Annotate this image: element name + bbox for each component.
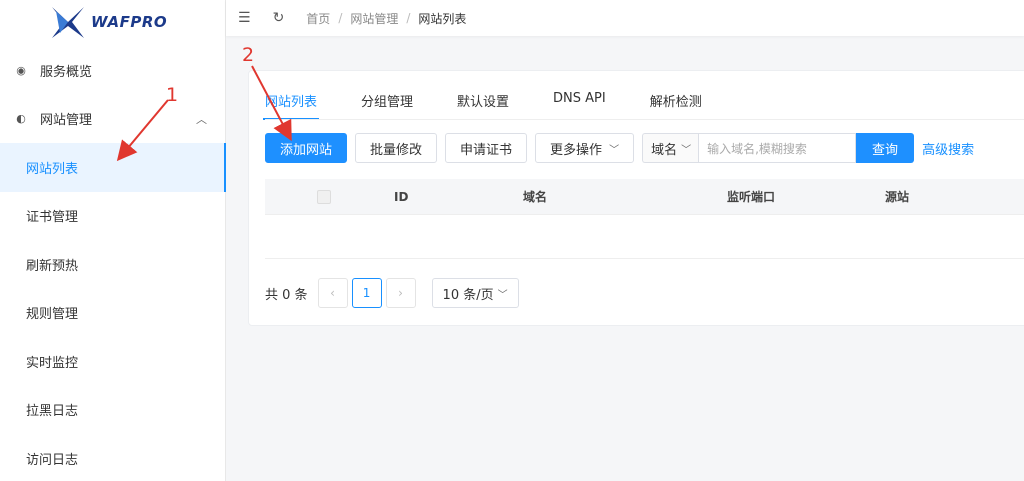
query-button[interactable]: 查询 bbox=[856, 133, 915, 163]
total-count: 共 0 条 bbox=[265, 287, 308, 303]
sidebar-item-site-list[interactable]: 网站列表 bbox=[0, 143, 226, 192]
sidebar-item-monitoring[interactable]: 实时监控 bbox=[0, 337, 225, 386]
sidebar-menu: ◉ 服务概览 ◐ 网站管理 ︿ 网站列表 证书管理 刷新预热 规则管理 实时监控… bbox=[0, 46, 226, 481]
pagination: 共 0 条 ‹ 1 › 10 条/页 ﹀ bbox=[265, 277, 519, 309]
table-bottom-divider bbox=[265, 258, 1024, 259]
batch-edit-button[interactable]: 批量修改 bbox=[355, 133, 438, 163]
site-list-card: 网站列表 分组管理 默认设置 DNS API 解析检测 添加网站 批量修改 申请… bbox=[248, 70, 1024, 326]
menu-collapse-icon[interactable]: ☰ bbox=[238, 10, 251, 26]
sidebar-item-cache-refresh[interactable]: 刷新预热 bbox=[0, 240, 225, 289]
dashboard-icon: ◉ bbox=[16, 63, 26, 77]
prev-page-button[interactable]: ‹ bbox=[317, 278, 348, 308]
annotation-label-1: 1 bbox=[166, 84, 179, 106]
sidebar-item-label: 网站列表 bbox=[26, 161, 79, 177]
globe-icon: ◐ bbox=[16, 112, 26, 126]
tab-groups[interactable]: 分组管理 bbox=[361, 91, 413, 117]
chevron-down-icon: ﹀ bbox=[681, 144, 692, 156]
brand-logo[interactable]: WAFPRO bbox=[0, 0, 225, 44]
sidebar-item-access-logs[interactable]: 访问日志 bbox=[0, 434, 225, 481]
toolbar: 添加网站 批量修改 申请证书 更多操作 ﹀ 域名 ﹀ 输入域名,模糊搜索 查询 … bbox=[265, 133, 974, 163]
sidebar-item-label: 访问日志 bbox=[26, 452, 79, 468]
top-header: ☰ ↻ 首页 / 网站管理 / 网站列表 bbox=[226, 0, 1024, 36]
column-listen-port[interactable]: 监听端口 bbox=[727, 188, 775, 205]
search-field-select[interactable]: 域名 ﹀ bbox=[642, 133, 699, 163]
search-group: 域名 ﹀ 输入域名,模糊搜索 查询 bbox=[642, 133, 915, 163]
breadcrumb-separator: / bbox=[338, 11, 343, 25]
sidebar-item-overview[interactable]: ◉ 服务概览 bbox=[0, 46, 225, 95]
add-site-button[interactable]: 添加网站 bbox=[265, 133, 348, 163]
sidebar-item-label: 刷新预热 bbox=[26, 258, 79, 274]
sidebar-item-block-logs[interactable]: 拉黑日志 bbox=[0, 386, 225, 435]
sidebar-item-rules[interactable]: 规则管理 bbox=[0, 289, 225, 338]
sidebar: WAFPRO ◉ 服务概览 ◐ 网站管理 ︿ 网站列表 证书管理 刷新预热 规则… bbox=[0, 0, 226, 481]
chevron-up-icon: ︿ bbox=[196, 112, 207, 126]
tab-dns-api[interactable]: DNS API bbox=[553, 91, 606, 117]
sidebar-item-label: 拉黑日志 bbox=[26, 404, 79, 420]
wafpro-logo-icon bbox=[52, 7, 84, 38]
refresh-icon[interactable]: ↻ bbox=[273, 10, 285, 26]
sidebar-item-label: 证书管理 bbox=[26, 210, 79, 226]
sidebar-item-site-management[interactable]: ◐ 网站管理 ︿ bbox=[0, 95, 225, 144]
page-number[interactable]: 1 bbox=[351, 278, 382, 308]
brand-name: WAFPRO bbox=[91, 13, 168, 31]
annotation-label-2: 2 bbox=[242, 44, 255, 66]
sidebar-item-certificates[interactable]: 证书管理 bbox=[0, 192, 225, 241]
page-size-label: 10 条/页 bbox=[442, 287, 494, 303]
sidebar-item-label: 规则管理 bbox=[26, 307, 79, 323]
more-actions-label: 更多操作 bbox=[550, 142, 603, 158]
tab-resolve-check[interactable]: 解析检测 bbox=[650, 91, 702, 117]
sidebar-item-label: 实时监控 bbox=[26, 355, 79, 371]
chevron-down-icon: ﹀ bbox=[497, 289, 508, 301]
breadcrumb-current: 网站列表 bbox=[418, 11, 467, 26]
tab-divider bbox=[265, 119, 1024, 120]
select-all-checkbox[interactable] bbox=[317, 189, 331, 204]
next-page-button[interactable]: › bbox=[385, 278, 416, 308]
sidebar-item-label: 网站管理 bbox=[40, 113, 93, 129]
tab-default-settings[interactable]: 默认设置 bbox=[457, 91, 509, 117]
table-header: ID 域名 监听端口 源站 bbox=[265, 179, 1024, 215]
page-size-select[interactable]: 10 条/页 ﹀ bbox=[431, 278, 519, 308]
search-input[interactable]: 输入域名,模糊搜索 bbox=[698, 133, 857, 163]
sidebar-item-label: 服务概览 bbox=[40, 64, 93, 80]
column-domain[interactable]: 域名 bbox=[523, 188, 547, 205]
advanced-search-link[interactable]: 高级搜索 bbox=[922, 139, 974, 158]
more-actions-dropdown[interactable]: 更多操作 ﹀ bbox=[535, 133, 635, 163]
tab-site-list[interactable]: 网站列表 bbox=[262, 91, 320, 120]
breadcrumb: 首页 / 网站管理 / 网站列表 bbox=[306, 10, 466, 27]
column-id[interactable]: ID bbox=[394, 190, 408, 204]
breadcrumb-home[interactable]: 首页 bbox=[306, 10, 330, 27]
apply-certificate-button[interactable]: 申请证书 bbox=[445, 133, 528, 163]
breadcrumb-site-management[interactable]: 网站管理 bbox=[350, 10, 398, 27]
chevron-down-icon: ﹀ bbox=[609, 144, 620, 156]
column-origin[interactable]: 源站 bbox=[885, 188, 909, 205]
search-field-label: 域名 bbox=[651, 142, 678, 158]
breadcrumb-separator: / bbox=[406, 11, 411, 25]
tab-bar: 网站列表 分组管理 默认设置 DNS API 解析检测 bbox=[262, 91, 746, 120]
